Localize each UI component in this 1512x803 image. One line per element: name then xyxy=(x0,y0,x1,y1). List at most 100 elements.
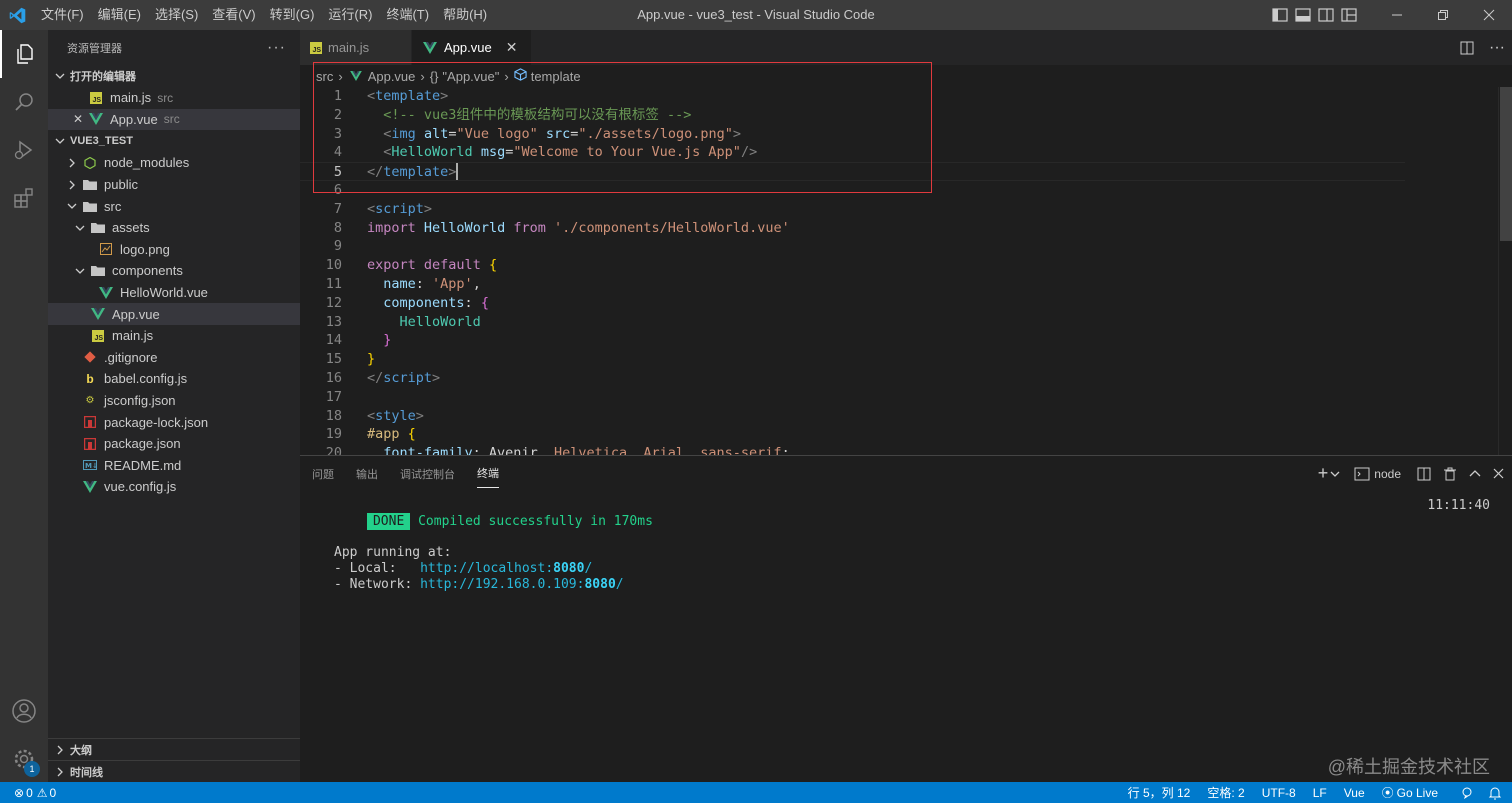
code-line[interactable]: 1 <template> xyxy=(300,87,1405,106)
code-line[interactable]: 13 HelloWorld xyxy=(300,313,1405,332)
open-editor-item[interactable]: ✕ App.vue src xyxy=(48,108,300,131)
code-line[interactable]: 3 <img alt="Vue logo" src="./assets/logo… xyxy=(300,125,1405,144)
close-panel-icon[interactable] xyxy=(1493,456,1504,491)
menu-item[interactable]: 运行(R) xyxy=(321,0,379,30)
tree-item[interactable]: logo.png xyxy=(48,239,300,261)
menu-item[interactable]: 文件(F) xyxy=(34,0,91,30)
menu-item[interactable]: 转到(G) xyxy=(263,0,322,30)
code-line[interactable]: 17 xyxy=(300,388,1405,407)
tree-item[interactable]: components xyxy=(48,260,300,282)
encoding[interactable]: UTF-8 xyxy=(1262,786,1296,800)
breadcrumb-object[interactable]: "App.vue" xyxy=(442,69,499,84)
code-line[interactable]: 6 xyxy=(300,181,1405,200)
menu-item[interactable]: 查看(V) xyxy=(205,0,262,30)
extensions-icon[interactable] xyxy=(0,174,48,222)
scrollbar-thumb[interactable] xyxy=(1500,87,1512,241)
outline-header[interactable]: 大纲 xyxy=(48,738,300,760)
code-line[interactable]: 9 xyxy=(300,237,1405,256)
split-editor-icon[interactable] xyxy=(1452,30,1482,65)
open-editor-item[interactable]: JS main.js src xyxy=(48,87,300,109)
panel-tab[interactable]: 问题 xyxy=(312,460,334,488)
code-line[interactable]: 10 export default { xyxy=(300,256,1405,275)
minimize-icon[interactable] xyxy=(1374,0,1420,30)
code-line[interactable]: 12 components: { xyxy=(300,294,1405,313)
new-terminal-icon[interactable]: + xyxy=(1318,456,1329,491)
tree-item[interactable]: src xyxy=(48,195,300,217)
panel-tab[interactable]: 终端 xyxy=(477,459,499,488)
breadcrumb-folder[interactable]: src xyxy=(316,69,333,84)
tree-item[interactable]: assets xyxy=(48,217,300,239)
open-editors-header[interactable]: 打开的编辑器 xyxy=(48,65,300,87)
tree-item[interactable]: M↓ README.md xyxy=(48,455,300,477)
menu-item[interactable]: 选择(S) xyxy=(148,0,205,30)
code-line[interactable]: 16 </script> xyxy=(300,369,1405,388)
terminal-name[interactable]: node xyxy=(1374,456,1401,491)
run-debug-icon[interactable] xyxy=(0,126,48,174)
tree-item[interactable]: vue.config.js xyxy=(48,476,300,498)
tree-item[interactable]: package-lock.json xyxy=(48,411,300,433)
menu-item[interactable]: 帮助(H) xyxy=(436,0,494,30)
go-live-button[interactable]: ⦿ Go Live xyxy=(1382,784,1438,801)
tree-item[interactable]: b babel.config.js xyxy=(48,368,300,390)
code-line[interactable]: 4 <HelloWorld msg="Welcome to Your Vue.j… xyxy=(300,143,1405,162)
tree-item[interactable]: .gitignore xyxy=(48,347,300,369)
problems-status[interactable]: ⊗ 0 ⚠ 0 xyxy=(14,786,56,800)
breadcrumb-file[interactable]: App.vue xyxy=(368,69,416,84)
breadcrumb-symbol[interactable]: template xyxy=(531,69,581,84)
language-mode[interactable]: Vue xyxy=(1344,786,1365,800)
code-line[interactable]: 2 <!-- vue3组件中的模板结构可以没有根标签 --> xyxy=(300,106,1405,125)
local-url[interactable]: http://localhost: xyxy=(420,561,553,576)
panel-tab[interactable]: 调试控制台 xyxy=(400,460,455,488)
chevron-down-icon[interactable] xyxy=(1330,456,1340,491)
code-line[interactable]: 8 import HelloWorld from './components/He… xyxy=(300,219,1405,238)
notifications-bell-icon[interactable] xyxy=(1488,786,1502,800)
code-line[interactable]: 11 name: 'App', xyxy=(300,275,1405,294)
code-line[interactable]: 20 font-family: Avenir, Helvetica, Arial… xyxy=(300,444,1405,455)
trash-icon[interactable] xyxy=(1443,456,1457,491)
search-icon[interactable] xyxy=(0,78,48,126)
network-url[interactable]: http://192.168.0.109: xyxy=(420,577,584,592)
local-port[interactable]: 8080 xyxy=(553,561,584,576)
restore-icon[interactable] xyxy=(1420,0,1466,30)
account-icon[interactable] xyxy=(0,687,48,735)
close-icon[interactable]: ✕ xyxy=(73,112,88,126)
split-terminal-icon[interactable] xyxy=(1417,456,1431,491)
close-tab-icon[interactable]: ✕ xyxy=(506,39,518,56)
explorer-icon[interactable] xyxy=(0,30,48,78)
more-actions-icon[interactable]: ··· xyxy=(267,39,286,57)
code-editor[interactable]: 20 font-family: Avenir, Helvetica, Arial… xyxy=(300,87,1512,455)
network-port[interactable]: 8080 xyxy=(584,577,615,592)
close-window-icon[interactable] xyxy=(1466,0,1512,30)
code-line[interactable]: 19 #app { xyxy=(300,425,1405,444)
code-line[interactable]: 18 <style> xyxy=(300,407,1405,426)
toggle-sidebar-icon[interactable] xyxy=(1268,0,1291,30)
panel-tab[interactable]: 输出 xyxy=(356,460,378,488)
project-header[interactable]: VUE3_TEST xyxy=(48,130,300,152)
feedback-icon[interactable] xyxy=(1460,786,1474,800)
more-actions-icon[interactable]: ··· xyxy=(1482,30,1512,65)
code-line[interactable]: 5 </template> xyxy=(300,162,1405,181)
tree-item[interactable]: package.json xyxy=(48,433,300,455)
tree-item[interactable]: App.vue xyxy=(48,303,300,325)
cursor-position[interactable]: 行 5，列 12 xyxy=(1128,784,1191,801)
code-line[interactable]: 14 } xyxy=(300,331,1405,350)
tree-item[interactable]: public xyxy=(48,174,300,196)
maximize-panel-icon[interactable] xyxy=(1469,456,1481,491)
tree-item[interactable]: JS main.js xyxy=(48,325,300,347)
tree-item[interactable]: HelloWorld.vue xyxy=(48,282,300,304)
editor-scrollbar[interactable] xyxy=(1498,87,1512,455)
code-line[interactable]: 15} xyxy=(300,350,1405,369)
settings-gear-icon[interactable]: 1 xyxy=(0,735,48,783)
timeline-header[interactable]: 时间线 xyxy=(48,760,300,782)
tree-item[interactable]: ⚙ jsconfig.json xyxy=(48,390,300,412)
toggle-secondary-sidebar-icon[interactable] xyxy=(1314,0,1337,30)
menu-item[interactable]: 编辑(E) xyxy=(91,0,148,30)
indentation[interactable]: 空格: 2 xyxy=(1207,784,1244,801)
tab-main-js[interactable]: JS main.js xyxy=(300,30,412,65)
code-line[interactable]: 7 <script> xyxy=(300,200,1405,219)
tab-app-vue[interactable]: App.vue ✕ xyxy=(412,30,532,65)
end-of-line[interactable]: LF xyxy=(1313,786,1327,800)
customize-layout-icon[interactable] xyxy=(1337,0,1360,30)
menu-item[interactable]: 终端(T) xyxy=(379,0,436,30)
tree-item[interactable]: node_modules xyxy=(48,152,300,174)
